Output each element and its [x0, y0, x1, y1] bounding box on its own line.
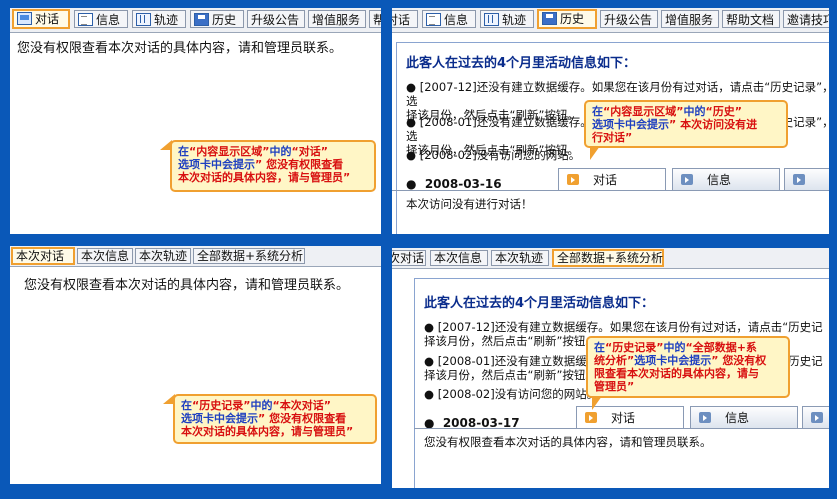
- track-icon: [484, 13, 499, 26]
- monitor-icon: [17, 12, 32, 25]
- permission-message: 您没有权限查看本次对话的具体内容，请和管理员联系。: [24, 278, 350, 293]
- document-icon: [426, 13, 441, 26]
- panel-all-data-analysis: 次对话 本次信息 本次轨迹 全部数据+系统分析 此客人在过去的4个月里活动信息如…: [392, 248, 829, 488]
- tab-current-info[interactable]: 本次信息: [430, 250, 488, 266]
- panel-history-record-dialog: 本次对话 本次信息 本次轨迹 全部数据+系统分析 您没有权限查看本次对话的具体内…: [10, 246, 381, 484]
- play-icon: [681, 174, 693, 185]
- tab-track[interactable]: 轨迹: [132, 10, 186, 28]
- annotation-callout: 在“内容显示区域”中的“对话” 选项卡中会提示” 您没有权限查看 本次对话的具体…: [160, 140, 376, 192]
- tab-value-added[interactable]: 增值服务: [661, 10, 719, 28]
- list-item: ● [2008-02]没有访问您的网站。: [406, 148, 581, 162]
- subtab-dialog[interactable]: 对话: [558, 168, 666, 190]
- tab-current-track[interactable]: 本次轨迹: [135, 248, 191, 264]
- tab-upgrade-notice[interactable]: 升级公告: [247, 10, 305, 28]
- annotation-callout: 在“历史记录”中的“全部数据+系 统分析”选项卡中会提示” 您没有权 限查看本次…: [586, 336, 790, 410]
- track-icon: [136, 13, 151, 26]
- save-icon: [194, 13, 209, 26]
- tab-track[interactable]: 轨迹: [480, 10, 534, 28]
- play-icon: [699, 412, 711, 423]
- tab-dialog[interactable]: 对话: [12, 9, 70, 29]
- tab-info[interactable]: 信息: [74, 10, 128, 28]
- save-icon: [542, 12, 557, 25]
- tab-all-data-analysis[interactable]: 全部数据+系统分析: [552, 249, 664, 267]
- subtab-info[interactable]: 信息: [690, 406, 798, 428]
- tab-dialog[interactable]: 对话: [392, 10, 418, 28]
- play-icon: [585, 412, 597, 423]
- tab-info[interactable]: 信息: [422, 10, 476, 28]
- permission-message: 您没有权限查看本次对话的具体内容，请和管理员联系。: [17, 41, 343, 56]
- play-icon: [567, 174, 579, 185]
- subtab-more[interactable]: [784, 168, 829, 190]
- annotation-callout: 在“内容显示区域”中的“历史” 选项卡中会提示” 本次访问没有进 行对话”: [584, 100, 788, 160]
- divider: [392, 190, 829, 191]
- tab-bar: 对话 信息 轨迹 历史 升级公告 增值服务 帮助文档 邀请技巧: [392, 8, 829, 33]
- dialog-note: 本次访问没有进行对话！: [406, 197, 533, 211]
- divider: [414, 428, 829, 429]
- tab-upgrade-notice[interactable]: 升级公告: [600, 10, 658, 28]
- tab-help-docs[interactable]: 帮助文档: [722, 10, 780, 28]
- tab-history[interactable]: 历史: [190, 10, 244, 28]
- subtab-more[interactable]: [802, 406, 829, 428]
- play-icon: [811, 412, 823, 423]
- tab-bar: 对话 信息 轨迹 历史 升级公告 增值服务 帮助: [10, 8, 381, 33]
- tab-current-dialog[interactable]: 次对话: [392, 250, 426, 266]
- tab-bar: 次对话 本次信息 本次轨迹 全部数据+系统分析: [392, 248, 829, 269]
- tab-bar: 本次对话 本次信息 本次轨迹 全部数据+系统分析: [10, 246, 381, 267]
- tab-value-added[interactable]: 增值服务: [308, 10, 366, 28]
- panel-dialog-no-permission: 对话 信息 轨迹 历史 升级公告 增值服务 帮助 您没有权限查看本次对话的具体内…: [10, 8, 381, 234]
- panel-history-tab: 对话 信息 轨迹 历史 升级公告 增值服务 帮助文档 邀请技巧 此客人在过去的4…: [392, 8, 829, 234]
- history-heading: 此客人在过去的4个月里活动信息如下：: [406, 56, 637, 71]
- subtab-info[interactable]: 信息: [672, 168, 780, 190]
- tab-help[interactable]: 帮助: [369, 10, 381, 28]
- annotation-callout: 在“历史记录”中的“本次对话” 选项卡中会提示” 您没有权限查看 本次对话的具体…: [163, 394, 377, 444]
- tab-all-data-analysis[interactable]: 全部数据+系统分析: [193, 248, 305, 264]
- document-icon: [78, 13, 93, 26]
- tab-current-info[interactable]: 本次信息: [77, 248, 133, 264]
- list-item: ● [2008-02]没有访问您的网站。: [424, 387, 599, 401]
- tab-invite-tips[interactable]: 邀请技巧: [783, 10, 829, 28]
- permission-message: 您没有权限查看本次对话的具体内容，请和管理员联系。: [424, 435, 712, 449]
- history-heading: 此客人在过去的4个月里活动信息如下：: [424, 296, 655, 311]
- play-icon: [793, 174, 805, 185]
- date-entry: ● 2008-03-16: [406, 177, 502, 191]
- tab-history[interactable]: 历史: [537, 9, 597, 29]
- tab-current-dialog[interactable]: 本次对话: [11, 247, 75, 265]
- tab-current-track[interactable]: 本次轨迹: [491, 250, 549, 266]
